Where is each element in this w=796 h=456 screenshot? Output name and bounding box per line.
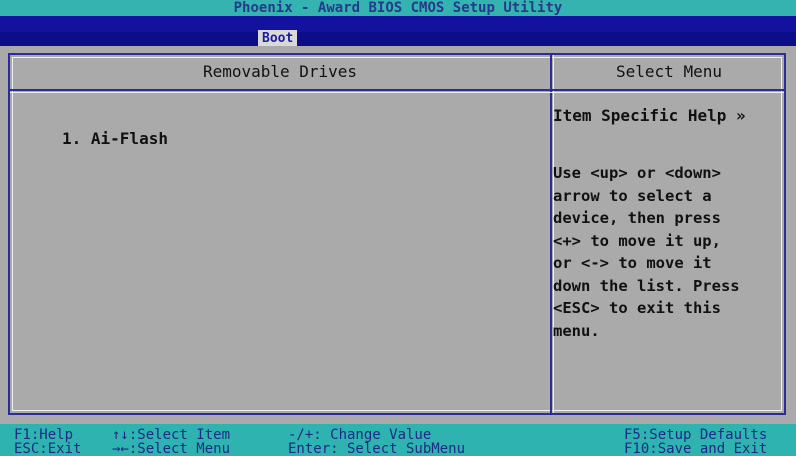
- key-f10-save-exit: F10:Save and Exit: [624, 441, 768, 456]
- bios-screen: Phoenix - Award BIOS CMOS Setup Utility …: [0, 0, 796, 456]
- key-select-menu: →←:Select Menu: [112, 441, 231, 456]
- key-help-bar: F1:Help ESC:Exit ↑↓:Select Item →←:Selec…: [0, 424, 796, 456]
- title-bar: Phoenix - Award BIOS CMOS Setup Utility: [0, 0, 796, 16]
- key-f5-defaults: F5:Setup Defaults: [624, 427, 768, 443]
- menu-bar: Boot: [0, 16, 796, 47]
- horizontal-divider: [10, 89, 784, 91]
- panel-frame: Removable Drives Select Menu 1. Ai-Flash…: [8, 53, 786, 415]
- removable-drives-header: Removable Drives: [202, 62, 358, 81]
- item-specific-help-title: Item Specific Help »: [553, 106, 746, 125]
- key-enter-submenu: Enter: Select SubMenu: [288, 441, 466, 456]
- key-f1-help: F1:Help: [14, 427, 74, 443]
- vertical-divider: [550, 55, 552, 413]
- help-line: menu.: [553, 321, 600, 340]
- key-esc-exit: ESC:Exit: [14, 441, 82, 456]
- menu-bar-strip: [0, 32, 796, 46]
- help-line: arrow to select a: [553, 186, 712, 205]
- help-line: <ESC> to exit this: [553, 299, 721, 317]
- help-line: <+> to move it up,: [553, 231, 721, 250]
- key-select-item: ↑↓:Select Item: [112, 427, 231, 443]
- select-menu-header: Select Menu: [616, 62, 722, 81]
- help-line: device, then press: [553, 209, 721, 227]
- tab-boot[interactable]: Boot: [258, 30, 298, 47]
- help-text: Use <up> or <down> arrow to select a dev…: [553, 162, 785, 342]
- main-panel: Removable Drives Select Menu 1. Ai-Flash…: [0, 46, 796, 424]
- help-line: down the list. Press: [553, 276, 740, 295]
- drive-item-ai-flash[interactable]: 1. Ai-Flash: [62, 129, 168, 148]
- help-line: Use <up> or <down>: [553, 164, 721, 182]
- horizontal-divider-highlight: [10, 92, 784, 93]
- key-change-value: -/+: Change Value: [288, 427, 432, 443]
- help-line: or <-> to move it: [553, 254, 712, 272]
